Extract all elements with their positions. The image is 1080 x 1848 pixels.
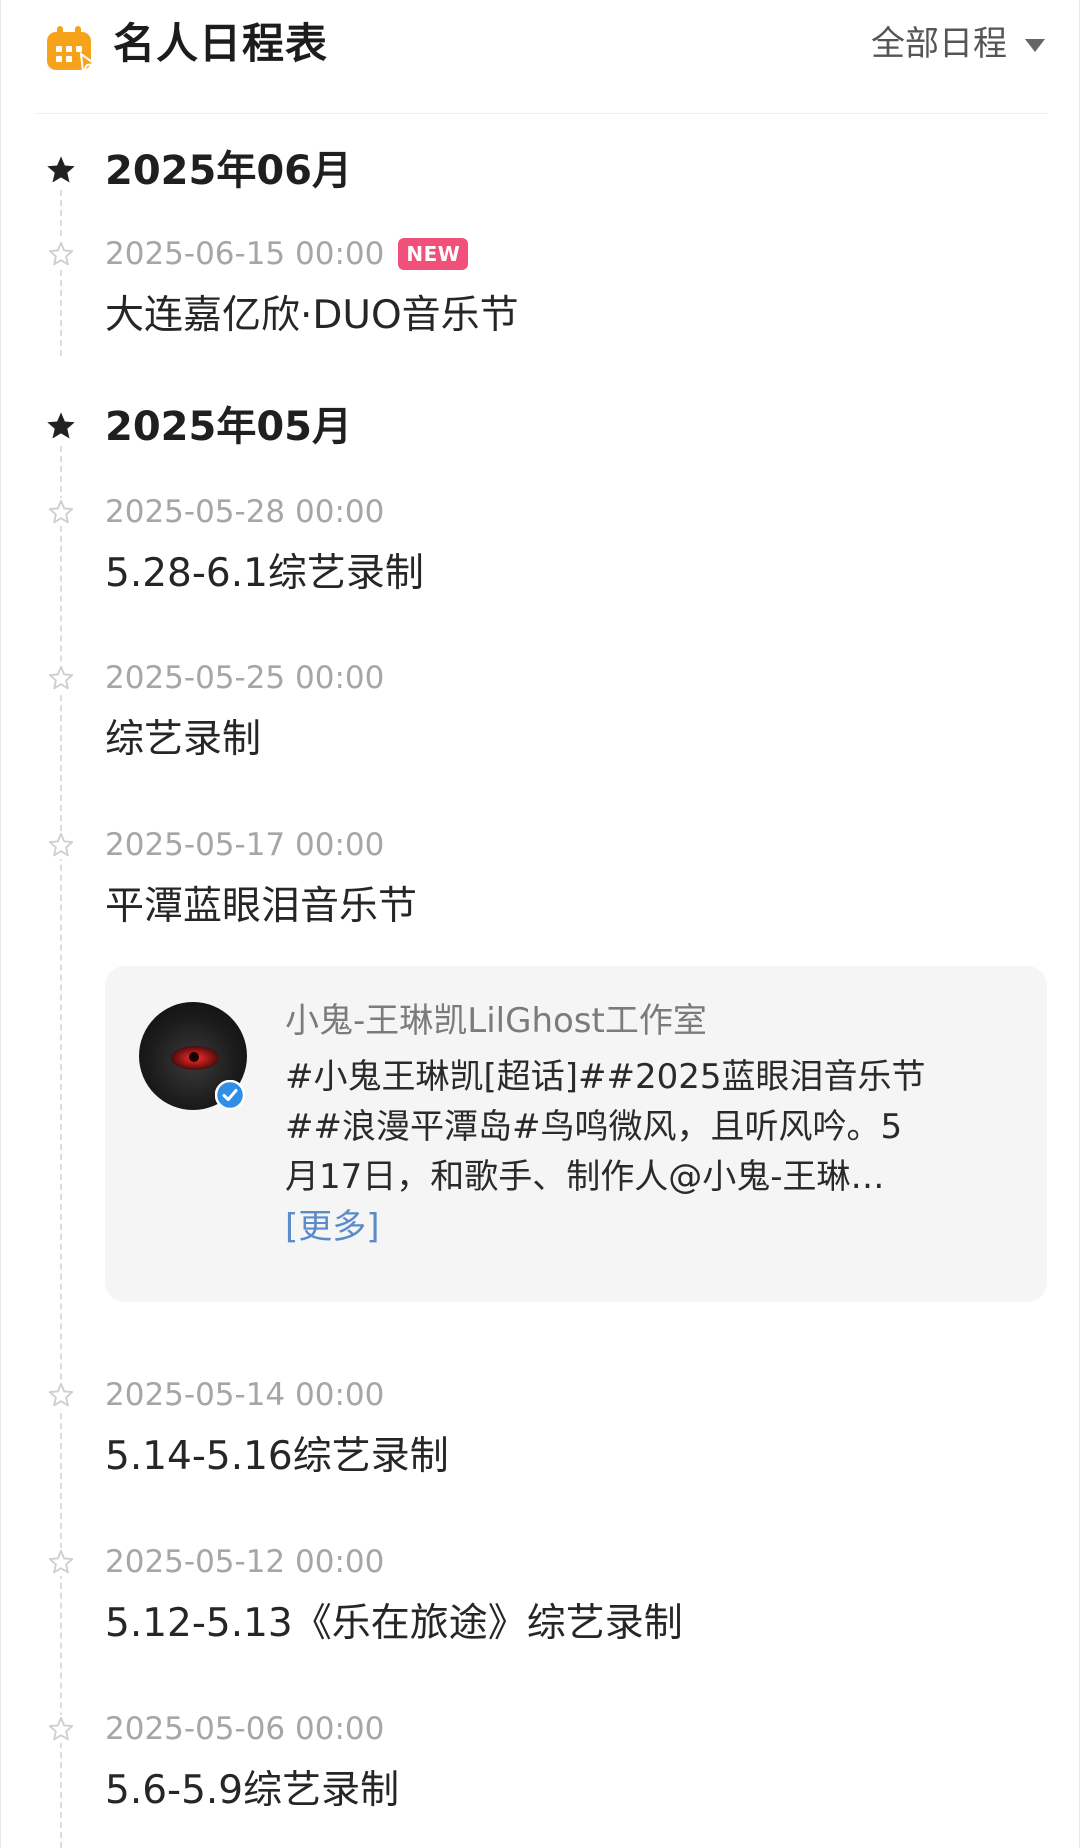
month-label: 2025年06月 <box>105 148 352 194</box>
event-title: 5.6-5.9综艺录制 <box>105 1768 400 1813</box>
star-outline-icon <box>47 1548 75 1576</box>
event-title: 平潭蓝眼泪音乐节 <box>105 884 418 929</box>
star-outline-icon <box>47 831 75 859</box>
schedule-item[interactable]: 2025-05-25 00:00 综艺录制 <box>1 648 1080 778</box>
star-filled-icon <box>45 410 77 442</box>
schedule-filter-dropdown[interactable]: 全部日程 <box>871 16 1045 72</box>
month-header: 2025年05月 <box>1 392 1080 462</box>
schedule-page: 名人日程表 全部日程 2025年06月 2025-06-15 00:00 NEW… <box>0 0 1080 1848</box>
schedule-item[interactable]: 2025-05-14 00:00 5.14-5.16综艺录制 <box>1 1365 1080 1495</box>
filter-label: 全部日程 <box>871 24 1007 64</box>
event-time: 2025-05-28 00:00 <box>105 494 385 530</box>
post-text-line: 月17日，和歌手、制作人@小鬼-王琳… <box>285 1157 885 1197</box>
post-author[interactable]: 小鬼-王琳凯LilGhost工作室 <box>285 996 707 1046</box>
event-time: 2025-05-25 00:00 <box>105 660 385 696</box>
star-filled-icon <box>45 154 77 186</box>
header: 名人日程表 全部日程 <box>1 0 1080 114</box>
event-title: 综艺录制 <box>105 717 262 762</box>
more-link[interactable]: [更多] <box>285 1202 380 1252</box>
month-label: 2025年05月 <box>105 404 352 450</box>
event-time: 2025-05-17 00:00 <box>105 827 385 863</box>
star-outline-icon <box>47 664 75 692</box>
event-title: 5.28-6.1综艺录制 <box>105 551 424 596</box>
event-time: 2025-06-15 00:00 <box>105 236 385 272</box>
star-outline-icon <box>47 240 75 268</box>
event-time-row: 2025-05-17 00:00 <box>105 815 384 875</box>
month-header: 2025年06月 <box>1 136 1080 206</box>
schedule-item[interactable]: 2025-05-12 00:00 5.12-5.13《乐在旅途》综艺录制 <box>1 1532 1080 1662</box>
event-time-row: 2025-05-06 00:00 <box>105 1699 384 1759</box>
star-outline-icon <box>47 1715 75 1743</box>
event-time: 2025-05-12 00:00 <box>105 1544 385 1580</box>
event-time-row: 2025-05-28 00:00 <box>105 482 384 542</box>
new-badge: NEW <box>398 238 469 270</box>
event-time-row: 2025-06-15 00:00 NEW <box>105 224 469 284</box>
triangle-down-icon <box>1025 38 1045 52</box>
event-title: 5.12-5.13《乐在旅途》综艺录制 <box>105 1601 683 1646</box>
schedule-item[interactable]: 2025-06-15 00:00 NEW 大连嘉亿欣·DUO音乐节 <box>1 224 1080 354</box>
avatar-pupil-art <box>189 1052 199 1062</box>
verified-check-icon <box>215 1080 245 1110</box>
post-text-line: #小鬼王琳凯[超话]##2025蓝眼泪音乐节 <box>285 1057 926 1097</box>
header-divider <box>35 113 1047 114</box>
calendar-icon <box>47 26 97 72</box>
post-text-line: ##浪漫平潭岛#鸟鸣微风，且听风吟。5 <box>285 1107 903 1147</box>
event-title: 大连嘉亿欣·DUO音乐节 <box>105 293 519 338</box>
event-time-row: 2025-05-25 00:00 <box>105 648 384 708</box>
star-outline-icon <box>47 1381 75 1409</box>
event-time-row: 2025-05-12 00:00 <box>105 1532 384 1592</box>
event-time-row: 2025-05-14 00:00 <box>105 1365 384 1425</box>
linked-post-card[interactable]: 小鬼-王琳凯LilGhost工作室 #小鬼王琳凯[超话]##2025蓝眼泪音乐节… <box>105 966 1047 1302</box>
page-title: 名人日程表 <box>113 19 329 68</box>
schedule-item[interactable]: 2025-05-06 00:00 5.6-5.9综艺录制 <box>1 1699 1080 1829</box>
event-time: 2025-05-14 00:00 <box>105 1377 385 1413</box>
schedule-item[interactable]: 2025-05-28 00:00 5.28-6.1综艺录制 <box>1 482 1080 612</box>
schedule-item[interactable]: 2025-05-17 00:00 平潭蓝眼泪音乐节 <box>1 815 1080 945</box>
post-text: #小鬼王琳凯[超话]##2025蓝眼泪音乐节 ##浪漫平潭岛#鸟鸣微风，且听风吟… <box>285 1052 1017 1202</box>
event-time: 2025-05-06 00:00 <box>105 1711 385 1747</box>
star-outline-icon <box>47 498 75 526</box>
event-title: 5.14-5.16综艺录制 <box>105 1434 449 1479</box>
